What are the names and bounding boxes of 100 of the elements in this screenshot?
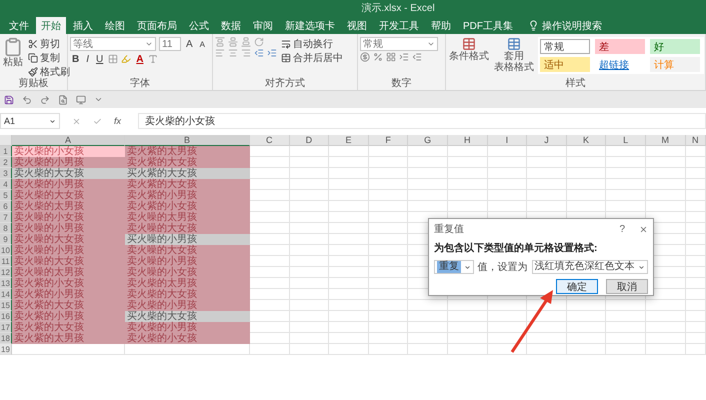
row-header[interactable]: 19 [0, 344, 12, 355]
align-middle-icon[interactable] [228, 37, 238, 47]
column-header[interactable]: D [290, 135, 330, 146]
enter-icon[interactable] [93, 116, 102, 126]
ribbon-tab[interactable]: PDF工具集 [458, 17, 518, 34]
fill-color-icon[interactable] [121, 54, 132, 64]
column-header[interactable]: M [646, 135, 686, 146]
cell-style[interactable]: 差 [595, 39, 645, 54]
ribbon-tab[interactable]: 绘图 [100, 17, 130, 34]
column-header[interactable]: E [329, 135, 369, 146]
close-icon[interactable] [639, 224, 648, 234]
row-header[interactable]: 10 [0, 245, 12, 256]
row-header[interactable]: 6 [0, 201, 12, 212]
row-header[interactable]: 16 [0, 311, 12, 322]
ribbon-tab[interactable]: 插入 [68, 17, 98, 34]
ribbon-tab[interactable]: 开发工具 [374, 17, 424, 34]
cancel-icon[interactable] [72, 116, 81, 126]
undo-icon[interactable] [22, 94, 32, 104]
wrap-text-button[interactable]: 自动换行 [280, 37, 344, 50]
tell-me-search[interactable]: 操作说明搜索 [526, 17, 604, 34]
font-name-field[interactable]: 等线 [70, 37, 156, 51]
save-icon[interactable] [4, 94, 14, 104]
font-size-button[interactable]: A [198, 37, 208, 51]
dialog-button[interactable]: 取消 [606, 279, 648, 294]
rule-select[interactable]: 重复 [434, 260, 474, 274]
name-box[interactable]: A1 [0, 113, 60, 129]
formula-field[interactable]: 卖火柴的小女孩 [138, 113, 706, 129]
ribbon-tab[interactable]: 视图 [342, 17, 372, 34]
insert-function[interactable]: fx [114, 116, 122, 126]
row-header[interactable]: 13 [0, 278, 12, 289]
conditional-formatting-button[interactable]: 条件格式 [448, 37, 490, 78]
font-size-field[interactable]: 11 [159, 37, 181, 51]
column-header[interactable]: F [368, 135, 408, 146]
indent-decrease-icon[interactable] [254, 48, 264, 58]
orientation-icon[interactable] [254, 37, 264, 47]
align-top-icon[interactable] [215, 37, 225, 47]
format-as-table-button[interactable]: 套用 表格格式 [493, 37, 535, 78]
ribbon-tab[interactable]: 开始 [36, 17, 66, 34]
ribbon-tab[interactable]: 公式 [184, 17, 214, 34]
row-header[interactable]: 3 [0, 168, 12, 179]
row-header[interactable]: 18 [0, 333, 12, 344]
column-header[interactable]: B [125, 135, 250, 146]
merge-center-button[interactable]: 合并后居中 [280, 51, 344, 64]
increase-decimal-icon[interactable] [399, 52, 409, 62]
row-header[interactable]: 5 [0, 190, 12, 201]
number-format-field[interactable]: 常规 [360, 37, 438, 51]
border-icon[interactable] [108, 54, 118, 64]
cell-style[interactable]: 常规 [540, 39, 590, 54]
comma-style-icon[interactable] [386, 52, 396, 62]
column-header[interactable]: I [488, 135, 528, 146]
row-header[interactable]: 9 [0, 234, 12, 245]
column-header[interactable]: G [408, 135, 448, 146]
align-left-icon[interactable] [215, 48, 225, 58]
font-color-button[interactable]: A [134, 52, 146, 66]
ribbon-tab[interactable]: 审阅 [248, 17, 278, 34]
customize-icon[interactable] [94, 95, 103, 104]
redo-icon[interactable] [40, 94, 50, 104]
dialog-button[interactable]: 确定 [556, 279, 598, 294]
align-bottom-icon[interactable] [241, 37, 251, 47]
ribbon-tab[interactable]: 文件 [4, 17, 34, 34]
ribbon-tab[interactable]: 新建选项卡 [280, 17, 340, 34]
ribbon-tab[interactable]: 数据 [216, 17, 246, 34]
row-header[interactable]: 2 [0, 157, 12, 168]
column-header[interactable]: J [527, 135, 567, 146]
help-button[interactable]: ? [619, 224, 625, 234]
ribbon-tab[interactable]: 页面布局 [132, 17, 182, 34]
column-header[interactable]: K [566, 135, 606, 146]
column-header[interactable]: H [448, 135, 488, 146]
column-header[interactable]: A [12, 135, 125, 146]
font-style-button[interactable]: I [84, 52, 92, 66]
ribbon-tab[interactable]: 帮助 [426, 17, 456, 34]
row-header[interactable]: 7 [0, 212, 12, 223]
phonetic-icon[interactable] [148, 54, 158, 64]
format-select[interactable]: 浅红填充色深红色文本 [532, 260, 648, 274]
monitor-icon[interactable] [76, 94, 86, 104]
row-header[interactable]: 8 [0, 223, 12, 234]
currency-icon[interactable] [360, 52, 370, 62]
row-header[interactable]: 17 [0, 322, 12, 333]
row-header[interactable]: 11 [0, 256, 12, 267]
cell-style[interactable]: 好 [650, 39, 700, 54]
percent-icon[interactable] [373, 52, 383, 62]
format-painter-button[interactable]: 格式刷 [27, 65, 71, 78]
print-preview-icon[interactable] [58, 94, 68, 104]
column-header[interactable]: L [606, 135, 646, 146]
font-style-button[interactable]: B [70, 52, 82, 66]
decrease-decimal-icon[interactable] [412, 52, 422, 62]
font-size-button[interactable]: A [184, 37, 195, 51]
paste-button[interactable]: 粘贴 [2, 37, 24, 78]
cell-style[interactable]: 适中 [540, 57, 590, 72]
row-header[interactable]: 4 [0, 179, 12, 190]
column-header[interactable]: C [250, 135, 290, 146]
row-header[interactable]: 15 [0, 300, 12, 311]
row-header[interactable]: 14 [0, 289, 12, 300]
font-style-button[interactable]: U [94, 52, 106, 66]
row-header[interactable]: 1 [0, 146, 12, 157]
copy-button[interactable]: 复制 [27, 51, 71, 64]
row-header[interactable]: 12 [0, 267, 12, 278]
align-right-icon[interactable] [241, 48, 251, 58]
indent-increase-icon[interactable] [267, 48, 277, 58]
align-center-icon[interactable] [228, 48, 238, 58]
